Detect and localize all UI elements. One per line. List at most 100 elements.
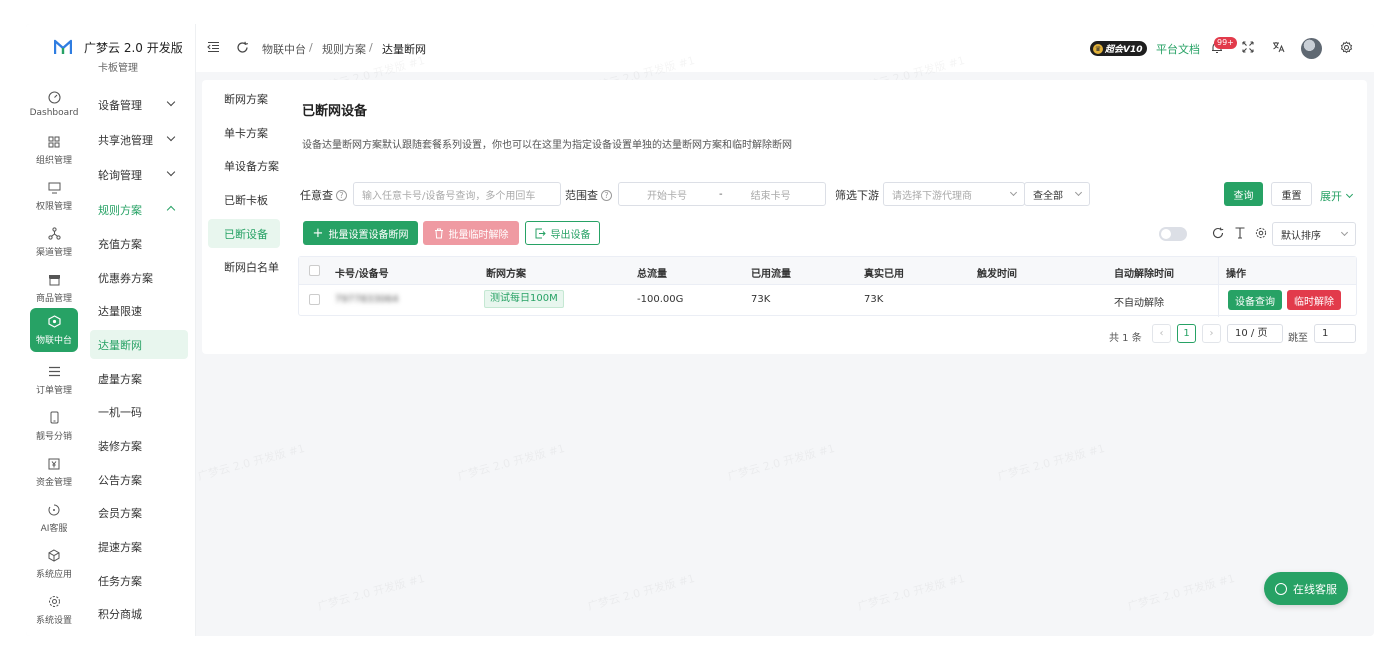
- rail-item-channel[interactable]: 渠道管理: [26, 220, 82, 264]
- row-checkbox[interactable]: [309, 294, 320, 305]
- rail-item-permission[interactable]: 权限管理: [26, 174, 82, 218]
- chevron-down-icon: [1340, 228, 1349, 237]
- any-query-input[interactable]: 输入任意卡号/设备号查询，多个用回车: [353, 182, 561, 206]
- system-app-icon: [47, 549, 61, 563]
- collapse-menu-icon[interactable]: [206, 41, 220, 55]
- jump-label: 跳至: [1288, 333, 1308, 344]
- menu-item-virtual[interactable]: 虚量方案: [90, 364, 188, 393]
- chevron-down-icon: [166, 132, 176, 142]
- scope-select[interactable]: 查全部: [1024, 182, 1090, 206]
- rail-item-order[interactable]: 订单管理: [26, 358, 82, 402]
- subnav-cut-devices[interactable]: 已断设备: [208, 219, 280, 248]
- gear-icon[interactable]: [1339, 41, 1353, 55]
- permission-icon: [47, 181, 61, 195]
- refresh-icon[interactable]: [235, 41, 249, 55]
- chevron-down-icon: [1009, 188, 1018, 197]
- device-query-button[interactable]: 设备查询: [1228, 290, 1282, 310]
- notification-badge: 99+: [1214, 37, 1237, 49]
- menu-item-recharge[interactable]: 充值方案: [90, 229, 188, 258]
- menu-item-card-board[interactable]: 卡板管理: [90, 62, 188, 74]
- menu-item-speedup[interactable]: 提速方案: [90, 532, 188, 561]
- downstream-placeholder: 请选择下游代理商: [892, 190, 972, 202]
- subnav-cut-boards[interactable]: 已断卡板: [208, 185, 280, 214]
- column-height-icon[interactable]: [1233, 227, 1247, 241]
- menu-item-speed-limit[interactable]: 达量限速: [90, 296, 188, 325]
- vip-badge[interactable]: ♛ 超会V10: [1090, 41, 1147, 56]
- user-avatar[interactable]: [1301, 38, 1322, 59]
- range-start-field[interactable]: 开始卡号: [647, 187, 687, 202]
- fullscreen-icon[interactable]: [1241, 41, 1255, 55]
- online-service-button[interactable]: 在线客服: [1264, 572, 1348, 605]
- range-query-label: 范围查?: [565, 187, 612, 203]
- range-query-input[interactable]: 开始卡号 - 结束卡号: [618, 182, 826, 206]
- help-icon[interactable]: ?: [601, 189, 612, 201]
- page-number-current[interactable]: 1: [1177, 324, 1196, 343]
- reset-button[interactable]: 重置: [1271, 182, 1312, 206]
- menu-item-coupon[interactable]: 优惠券方案: [90, 263, 188, 292]
- rail-item-ai-service[interactable]: AI客服: [26, 496, 82, 540]
- platform-docs-link[interactable]: 平台文档: [1156, 41, 1200, 57]
- chevron-up-icon: [166, 205, 176, 215]
- subnav-single-card[interactable]: 单卡方案: [208, 118, 280, 147]
- breadcrumb-iot[interactable]: 物联中台: [262, 41, 306, 57]
- watermark: 广梦云 2.0 开发版 #1: [726, 440, 837, 484]
- prev-page-button[interactable]: ‹: [1152, 324, 1171, 343]
- refresh-icon[interactable]: [1211, 227, 1225, 241]
- batch-release-button[interactable]: 批量临时解除: [423, 221, 519, 245]
- downstream-select[interactable]: 请选择下游代理商: [883, 182, 1025, 206]
- batch-set-cutoff-button[interactable]: + 批量设置设备断网: [303, 221, 418, 245]
- menu-item-task[interactable]: 任务方案: [90, 566, 188, 595]
- watermark: 广梦云 2.0 开发版 #1: [1126, 570, 1237, 614]
- rail-item-finance[interactable]: 资金管理: [26, 450, 82, 494]
- search-button[interactable]: 查询: [1224, 182, 1263, 206]
- logo-icon: [54, 39, 72, 54]
- rail-item-system-app[interactable]: 系统应用: [26, 542, 82, 586]
- ai-service-icon: [47, 503, 61, 517]
- menu-item-decoration[interactable]: 装修方案: [90, 431, 188, 460]
- display-toggle[interactable]: [1159, 227, 1187, 241]
- menu-item-one-code[interactable]: 一机一码: [90, 397, 188, 426]
- rail-item-iot[interactable]: 物联中台: [30, 308, 78, 352]
- menu-item-shared-pool[interactable]: 共享池管理: [90, 125, 188, 154]
- menu-item-points-mall[interactable]: 积分商城: [90, 599, 188, 628]
- rail-item-organization[interactable]: 组织管理: [26, 128, 82, 172]
- column-settings-icon[interactable]: [1254, 227, 1268, 241]
- menu-item-data-cutoff[interactable]: 达量断网: [90, 330, 188, 359]
- rail-item-label: 系统设置: [35, 615, 72, 626]
- chevron-down-icon: [166, 167, 176, 177]
- column-header: 断网方案: [486, 269, 526, 280]
- page-size-select[interactable]: 10 / 页: [1227, 324, 1283, 343]
- rail-item-settings[interactable]: 系统设置: [26, 588, 82, 632]
- subnav-cutoff-plan[interactable]: 断网方案: [208, 84, 280, 113]
- help-icon[interactable]: ?: [336, 189, 347, 201]
- finance-icon: [47, 457, 61, 471]
- range-end-field[interactable]: 结束卡号: [751, 187, 791, 202]
- export-devices-button[interactable]: 导出设备: [525, 221, 600, 245]
- rail-item-dashboard[interactable]: Dashboard: [26, 82, 82, 126]
- subnav-whitelist[interactable]: 断网白名单: [208, 252, 280, 281]
- select-all-checkbox[interactable]: [309, 265, 320, 276]
- rail-item-product[interactable]: 商品管理: [26, 266, 82, 310]
- settings-icon: [47, 595, 61, 609]
- device-number[interactable]: 7977833064: [335, 294, 399, 305]
- menu-item-device[interactable]: 设备管理: [90, 90, 188, 119]
- menu-item-polling[interactable]: 轮询管理: [90, 160, 188, 189]
- expand-toggle[interactable]: 展开: [1320, 188, 1354, 204]
- sort-select[interactable]: 默认排序: [1272, 222, 1356, 246]
- top-header: 物联中台 / 规则方案 / 达量断网 ♛ 超会V10 平台文档 99+: [196, 24, 1374, 72]
- translate-icon[interactable]: [1271, 41, 1285, 55]
- jump-page-input[interactable]: 1: [1314, 324, 1356, 343]
- rail-item-label: 靓号分销: [35, 431, 72, 442]
- temporary-release-button[interactable]: 临时解除: [1287, 290, 1341, 310]
- next-page-button[interactable]: ›: [1202, 324, 1221, 343]
- rail-item-phone[interactable]: 靓号分销: [26, 404, 82, 448]
- menu-item-rules[interactable]: 规则方案: [90, 195, 188, 224]
- rail-item-label: 物联中台: [35, 335, 72, 346]
- phone-icon: [47, 411, 61, 425]
- breadcrumb-rules[interactable]: 规则方案: [322, 41, 366, 57]
- export-icon: [535, 228, 546, 238]
- menu-item-member[interactable]: 会员方案: [90, 498, 188, 527]
- brand-name: 广梦云 2.0 开发版: [84, 41, 183, 55]
- subnav-single-device[interactable]: 单设备方案: [208, 151, 280, 180]
- menu-item-notice[interactable]: 公告方案: [90, 465, 188, 494]
